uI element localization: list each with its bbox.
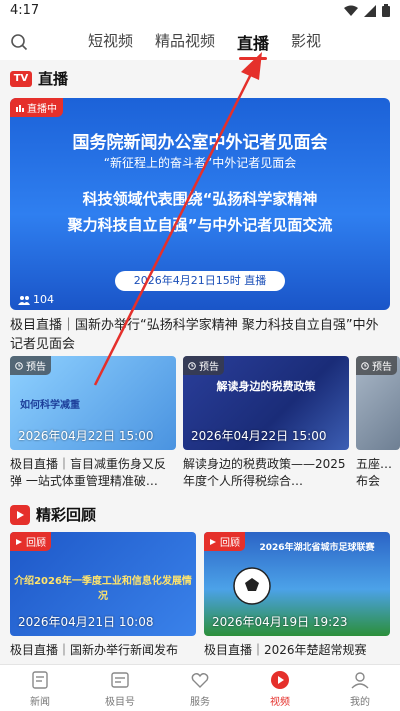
preview-card-partial[interactable]: 预告 五座…布会: [356, 356, 400, 490]
search-icon[interactable]: [10, 33, 28, 51]
nav-service[interactable]: 服务: [160, 665, 240, 711]
clock-icon: [361, 361, 369, 370]
card-thumbnail: 预告: [356, 356, 400, 450]
clock-icon: [15, 361, 23, 370]
replay-section-title: 精彩回顾: [36, 506, 97, 524]
tab-film[interactable]: 影视: [291, 30, 321, 60]
replay-badge: 回顾: [10, 532, 51, 551]
nav-jimu-account[interactable]: 极目号: [80, 665, 160, 711]
preview-card[interactable]: 预告 如何科学减重 2026年04月22日 15:00 极目直播｜盲目减重伤身又…: [10, 356, 176, 490]
hero-title: 国务院新闻办公室中外记者见面会: [72, 133, 328, 153]
preview-badge: 预告: [183, 356, 224, 375]
nav-service-label: 服务: [190, 697, 210, 708]
signal-icon: [364, 4, 376, 17]
hero-line-4: 聚力科技自立自强”与中外记者见面交流: [67, 216, 333, 234]
bottom-nav: 新闻 极目号 服务 视频 我的: [0, 664, 400, 711]
card-thumb-text: 解读身边的税费政策: [216, 380, 316, 393]
preview-badge: 预告: [356, 356, 397, 375]
tab-bar: 短视频 精品视频 直播 影视: [88, 30, 321, 60]
nav-news[interactable]: 新闻: [0, 665, 80, 711]
nav-video[interactable]: 视频: [240, 665, 320, 711]
hero-caption[interactable]: 极目直播｜国新办举行“弘扬科学家精神 聚力科技自立自强”中外记者见面会: [10, 316, 390, 354]
live-section-title: 直播: [38, 70, 69, 88]
replay-badge-text: 回顾: [220, 538, 240, 549]
heart-hand-icon: [191, 673, 209, 688]
card-thumbnail: 预告 解读身边的税费政策 2026年04月22日 15:00: [183, 356, 349, 450]
replay-card[interactable]: 回顾 2026年湖北省城市足球联赛 2026年04月19日 19:23 极目直播…: [204, 532, 390, 659]
soccer-ball-icon: [233, 567, 271, 605]
nav-video-label: 视频: [270, 697, 290, 708]
tab-short-video[interactable]: 短视频: [88, 30, 133, 60]
hero-date-pill: 2026年4月21日15时 直播: [115, 271, 285, 291]
status-time: 4:17: [10, 3, 40, 18]
clock-icon: [188, 361, 196, 370]
hero-line-3: 科技领域代表围绕“弘扬科学家精神: [82, 190, 318, 208]
card-time: 2026年04月21日 10:08: [18, 615, 154, 629]
preview-badge-text: 预告: [372, 362, 392, 373]
person-icon: [351, 672, 369, 689]
replay-badge-text: 回顾: [26, 538, 46, 549]
card-time: 2026年04月19日 19:23: [212, 615, 348, 629]
card-thumbnail: 回顾 介绍2026年一季度工业和信息化发展情况 2026年04月21日 10:0…: [10, 532, 196, 636]
card-caption: 极目直播｜盲目减重伤身又反弹 一站式体重管理精准破…: [10, 457, 167, 488]
battery-icon: [382, 4, 390, 17]
viewer-count: 104: [18, 293, 54, 306]
viewer-count-text: 104: [33, 293, 54, 306]
nav-me[interactable]: 我的: [320, 665, 400, 711]
card-caption: 五座…布会: [356, 457, 393, 488]
card-thumb-text: 如何科学减重: [20, 400, 80, 411]
video-play-icon: [271, 671, 289, 689]
status-icons: [344, 4, 390, 17]
live-bars-icon: [16, 104, 24, 112]
status-bar: 4:17: [0, 0, 400, 24]
people-icon: [18, 295, 30, 305]
live-badge-text: 直播中: [27, 104, 57, 115]
tv-icon: TV: [10, 70, 32, 87]
live-hero-card[interactable]: 直播中 国务院新闻办公室中外记者见面会 “新征程上的奋斗者”中外记者见面会 科技…: [10, 98, 390, 310]
hero-subtitle: “新征程上的奋斗者”中外记者见面会: [103, 156, 297, 170]
replay-section-header: 精彩回顾: [0, 504, 400, 525]
replay-icon: [210, 538, 216, 545]
card-caption: 极目直播｜2026年楚超常规赛: [204, 643, 367, 657]
card-caption: 解读身边的税费政策——2025年度个人所得税综合…: [183, 457, 346, 488]
card-caption: 极目直播｜国新办举行新闻发布: [10, 643, 179, 657]
preview-badge-text: 预告: [26, 362, 46, 373]
replay-badge: 回顾: [204, 532, 245, 551]
nav-news-label: 新闻: [30, 697, 50, 708]
tab-live[interactable]: 直播: [237, 30, 269, 60]
nav-me-label: 我的: [350, 697, 370, 708]
preview-card[interactable]: 预告 解读身边的税费政策 2026年04月22日 15:00 解读身边的税费政策…: [183, 356, 349, 490]
card-thumb-text: 2026年湖北省城市足球联赛: [259, 543, 375, 553]
top-nav: 短视频 精品视频 直播 影视: [0, 24, 400, 60]
play-icon: [10, 504, 30, 525]
card-thumbnail: 回顾 2026年湖北省城市足球联赛 2026年04月19日 19:23: [204, 532, 390, 636]
live-section-header: TV 直播: [0, 68, 400, 89]
card-time: 2026年04月22日 15:00: [191, 429, 327, 443]
live-badge: 直播中: [10, 98, 63, 117]
card-thumbnail: 预告 如何科学减重 2026年04月22日 15:00: [10, 356, 176, 450]
news-icon: [32, 671, 48, 689]
account-feed-icon: [111, 672, 129, 688]
card-thumb-text: 介绍2026年一季度工业和信息化发展情况: [14, 576, 192, 602]
replay-card[interactable]: 回顾 介绍2026年一季度工业和信息化发展情况 2026年04月21日 10:0…: [10, 532, 196, 659]
tab-featured-video[interactable]: 精品视频: [155, 30, 215, 60]
preview-badge: 预告: [10, 356, 51, 375]
wifi-icon: [344, 5, 358, 16]
card-time: 2026年04月22日 15:00: [18, 429, 154, 443]
preview-badge-text: 预告: [199, 362, 219, 373]
replay-icon: [16, 538, 22, 545]
nav-jimu-account-label: 极目号: [105, 697, 135, 708]
